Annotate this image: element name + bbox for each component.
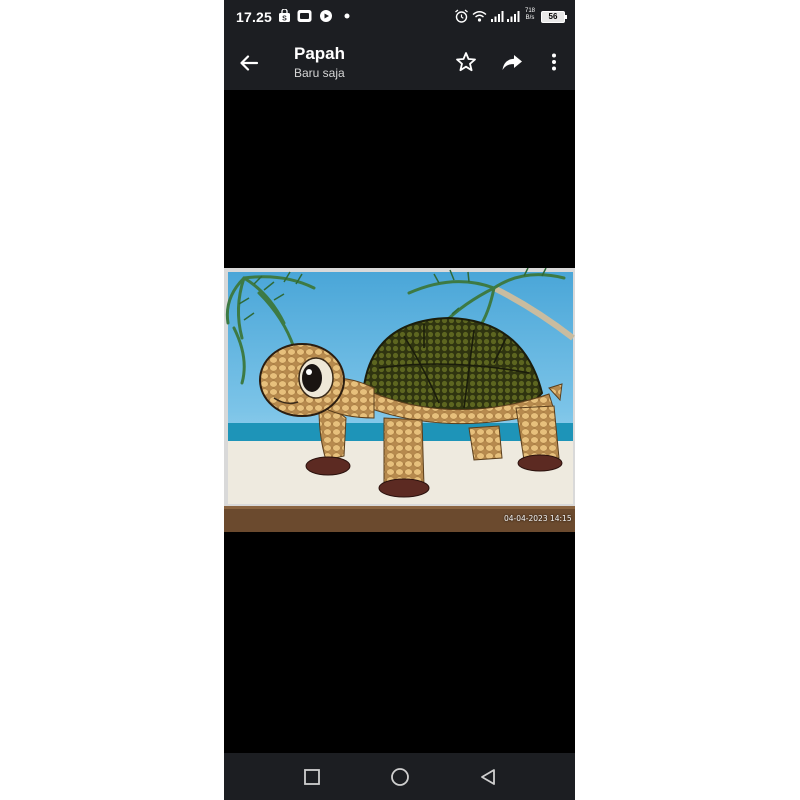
record-icon — [320, 10, 332, 22]
network-speed: 718 B/s — [524, 8, 535, 21]
home-circle-icon[interactable] — [386, 763, 414, 791]
navigation-bar — [224, 753, 575, 800]
signal-icon — [491, 11, 504, 22]
chat-title: Papah — [294, 44, 346, 63]
alarm-icon — [455, 9, 468, 23]
back-arrow-icon[interactable] — [234, 48, 264, 78]
image-viewer[interactable]: 04-04-2023 14:15 — [224, 90, 575, 753]
status-time: 17.25 — [236, 9, 273, 25]
status-bar: 17.25 S 718 B/s 56 — [224, 0, 575, 34]
star-icon[interactable] — [452, 48, 480, 76]
shop-notification-icon: S — [279, 9, 290, 23]
turtle-mosaic-photo[interactable] — [224, 268, 575, 532]
forward-icon[interactable] — [498, 48, 526, 76]
more-vert-icon[interactable] — [540, 48, 568, 76]
whatsapp-business-icon — [297, 10, 312, 22]
back-triangle-icon[interactable] — [474, 763, 502, 791]
phone-screen: 17.25 S 718 B/s 56 Papah Baru saja 04-04… — [224, 0, 575, 800]
more-dot-icon — [344, 13, 350, 19]
battery-icon: 56 — [541, 11, 567, 23]
app-bar: Papah Baru saja — [224, 34, 575, 90]
signal-icon — [507, 11, 520, 22]
wifi-icon — [472, 11, 487, 22]
chat-subtitle: Baru saja — [294, 66, 345, 80]
photo-timestamp: 04-04-2023 14:15 — [504, 514, 572, 523]
battery-level: 56 — [548, 12, 558, 21]
recents-square-icon[interactable] — [298, 763, 326, 791]
svg-text:S: S — [282, 16, 287, 23]
